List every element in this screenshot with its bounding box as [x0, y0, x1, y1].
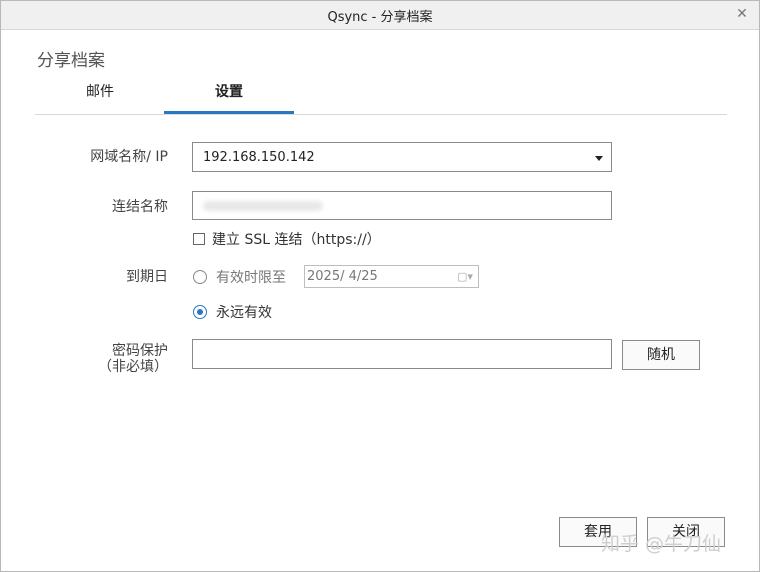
redacted-text	[203, 201, 323, 211]
domain-value: 192.168.150.142	[203, 150, 315, 165]
tab-divider	[35, 114, 727, 115]
section-title: 分享档案	[37, 51, 105, 71]
expiry-date-field[interactable]: 2025/ 4/25 ▢▾	[304, 265, 479, 288]
domain-label: 网域名称/ IP	[90, 149, 168, 165]
expiry-label: 到期日	[126, 269, 168, 285]
ssl-checkbox[interactable]	[193, 233, 205, 245]
ssl-label: 建立 SSL 连结（https://）	[212, 232, 381, 248]
tab-settings[interactable]: 设置	[164, 81, 294, 115]
link-name-input[interactable]	[192, 191, 612, 220]
expiry-forever-radio[interactable]	[193, 305, 207, 319]
window-title: Qsync - 分享档案	[327, 10, 433, 25]
password-input[interactable]	[192, 339, 612, 369]
title-bar: Qsync - 分享档案 ✕	[1, 1, 759, 30]
calendar-icon[interactable]: ▢▾	[454, 269, 476, 284]
expiry-forever-label: 永远有效	[216, 305, 272, 321]
random-button[interactable]: 随机	[622, 340, 700, 370]
watermark: 知乎 @牛刀仙	[601, 533, 722, 555]
domain-select[interactable]: 192.168.150.142	[192, 142, 612, 172]
tab-mail[interactable]: 邮件	[35, 81, 165, 113]
expiry-until-label: 有效时限至	[216, 270, 286, 286]
password-optional-label: （非必填）	[98, 359, 168, 375]
chevron-down-icon	[595, 156, 603, 161]
expiry-date-value: 2025/ 4/25	[307, 269, 378, 284]
link-name-label: 连结名称	[112, 199, 168, 215]
expiry-until-radio[interactable]	[193, 270, 207, 284]
share-file-dialog: Qsync - 分享档案 ✕ 分享档案 邮件 设置 网域名称/ IP 192.1…	[0, 0, 760, 572]
close-icon[interactable]: ✕	[735, 7, 749, 21]
